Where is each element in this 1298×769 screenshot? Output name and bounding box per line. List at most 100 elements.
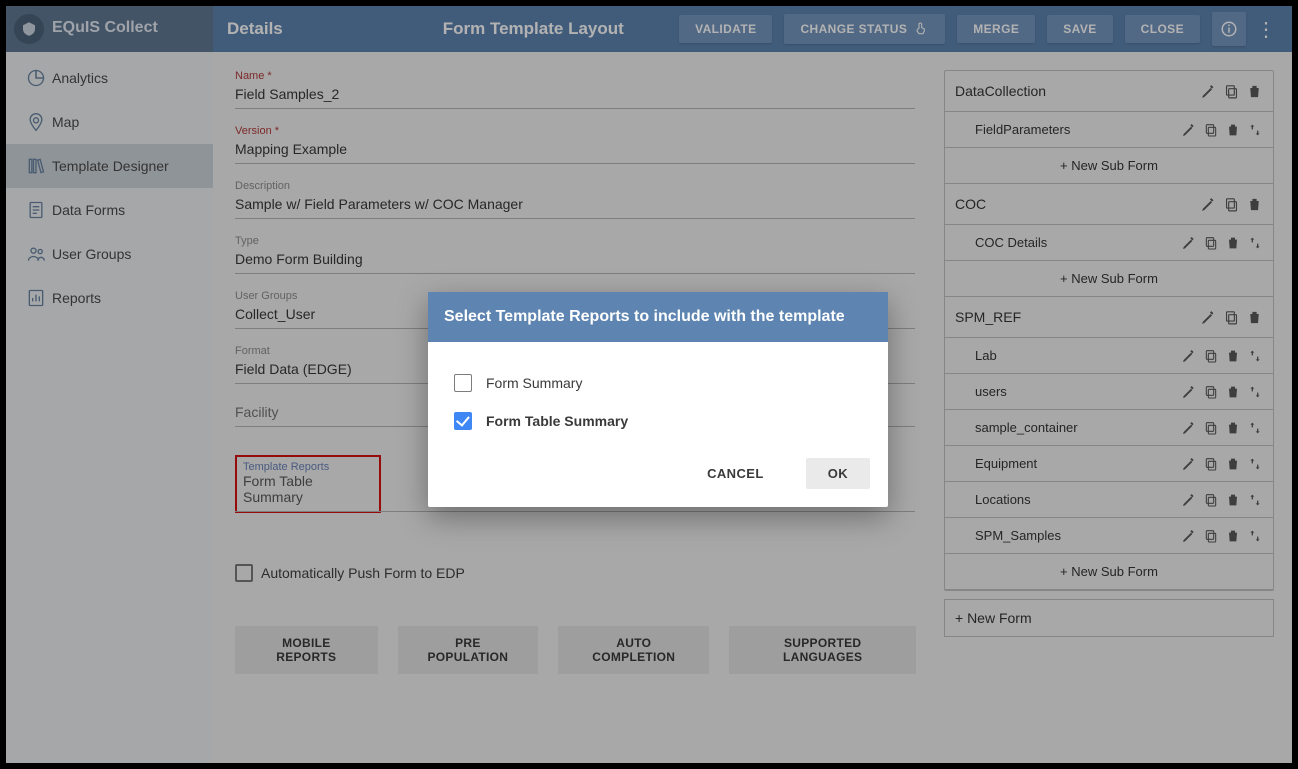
- sidebar-item-analytics[interactable]: Analytics: [6, 56, 213, 100]
- delete-icon[interactable]: [1225, 235, 1241, 251]
- reorder-icon[interactable]: [1247, 528, 1263, 544]
- sub-form-row[interactable]: Equipment: [945, 445, 1273, 481]
- reorder-icon[interactable]: [1247, 384, 1263, 400]
- reports-icon: [20, 288, 52, 308]
- copy-icon[interactable]: [1203, 456, 1219, 472]
- edit-icon[interactable]: [1200, 309, 1217, 326]
- edit-icon[interactable]: [1181, 235, 1197, 251]
- delete-icon[interactable]: [1225, 456, 1241, 472]
- copy-icon[interactable]: [1223, 83, 1240, 100]
- delete-icon[interactable]: [1225, 420, 1241, 436]
- sub-form-row[interactable]: COC Details: [945, 224, 1273, 260]
- copy-icon[interactable]: [1223, 196, 1240, 213]
- copy-icon[interactable]: [1203, 528, 1219, 544]
- copy-icon[interactable]: [1203, 420, 1219, 436]
- modal-option-form-summary[interactable]: Form Summary: [454, 364, 862, 402]
- name-field[interactable]: [235, 82, 915, 109]
- sub-form-row[interactable]: Locations: [945, 481, 1273, 517]
- form-group: SPM_REF Lab users sample_container Equip…: [945, 297, 1273, 590]
- copy-icon[interactable]: [1223, 309, 1240, 326]
- sidebar-item-data-forms[interactable]: Data Forms: [6, 188, 213, 232]
- checkbox-checked-icon[interactable]: [454, 412, 472, 430]
- sidebar-item-label: Data Forms: [52, 202, 125, 218]
- edit-icon[interactable]: [1200, 196, 1217, 213]
- delete-icon[interactable]: [1225, 492, 1241, 508]
- version-field[interactable]: [235, 137, 915, 164]
- delete-icon[interactable]: [1225, 348, 1241, 364]
- modal-option-form-table-summary[interactable]: Form Table Summary: [454, 402, 862, 440]
- copy-icon[interactable]: [1203, 348, 1219, 364]
- edit-icon[interactable]: [1200, 83, 1217, 100]
- edit-icon[interactable]: [1181, 420, 1197, 436]
- sub-form-row[interactable]: sample_container: [945, 409, 1273, 445]
- validate-button[interactable]: VALIDATE: [679, 15, 772, 43]
- sub-actions: [1181, 235, 1263, 251]
- edit-icon[interactable]: [1181, 492, 1197, 508]
- new-sub-form-button[interactable]: + New Sub Form: [945, 260, 1273, 296]
- sidebar-item-reports[interactable]: Reports: [6, 276, 213, 320]
- delete-icon[interactable]: [1246, 83, 1263, 100]
- sub-form-row[interactable]: SPM_Samples: [945, 517, 1273, 553]
- sub-form-row[interactable]: users: [945, 373, 1273, 409]
- sidebar-item-map[interactable]: Map: [6, 100, 213, 144]
- change-status-label: CHANGE STATUS: [800, 22, 907, 36]
- field-label-description: Description: [235, 180, 916, 192]
- form-group-header[interactable]: DataCollection: [945, 71, 1273, 111]
- sidebar-item-template-designer[interactable]: Template Designer: [6, 144, 213, 188]
- brand-title: EQuIS Collect: [52, 19, 158, 37]
- form-group-header[interactable]: COC: [945, 184, 1273, 224]
- sub-form-title: Lab: [975, 348, 997, 363]
- edit-icon[interactable]: [1181, 528, 1197, 544]
- kebab-menu[interactable]: ⋮: [1254, 17, 1278, 42]
- close-button[interactable]: CLOSE: [1125, 15, 1200, 43]
- merge-button[interactable]: MERGE: [957, 15, 1035, 43]
- close-label: CLOSE: [1141, 22, 1184, 36]
- reorder-icon[interactable]: [1247, 122, 1263, 138]
- supported-languages-button[interactable]: SUPPORTED LANGUAGES: [729, 626, 916, 674]
- delete-icon[interactable]: [1225, 528, 1241, 544]
- copy-icon[interactable]: [1203, 122, 1219, 138]
- mobile-reports-button[interactable]: MOBILE REPORTS: [235, 626, 378, 674]
- form-group-title: COC: [955, 196, 986, 212]
- template-reports-value[interactable]: Form Table Summary: [243, 473, 373, 505]
- new-sub-form-button[interactable]: + New Sub Form: [945, 553, 1273, 589]
- modal-cancel-button[interactable]: CANCEL: [685, 458, 786, 489]
- save-button[interactable]: SAVE: [1047, 15, 1112, 43]
- edit-icon[interactable]: [1181, 384, 1197, 400]
- checkbox-icon[interactable]: [454, 374, 472, 392]
- map-icon: [20, 112, 52, 132]
- delete-icon[interactable]: [1246, 196, 1263, 213]
- sub-form-row[interactable]: Lab: [945, 337, 1273, 373]
- auto-push-row[interactable]: Automatically Push Form to EDP: [235, 564, 916, 582]
- type-field[interactable]: [235, 247, 915, 274]
- page-subtitle: Form Template Layout: [443, 19, 624, 39]
- copy-icon[interactable]: [1203, 492, 1219, 508]
- info-button[interactable]: [1212, 12, 1246, 46]
- change-status-button[interactable]: CHANGE STATUS: [784, 14, 945, 44]
- edit-icon[interactable]: [1181, 122, 1197, 138]
- reorder-icon[interactable]: [1247, 420, 1263, 436]
- form-group-header[interactable]: SPM_REF: [945, 297, 1273, 337]
- new-sub-form-button[interactable]: + New Sub Form: [945, 147, 1273, 183]
- reorder-icon[interactable]: [1247, 456, 1263, 472]
- reorder-icon[interactable]: [1247, 348, 1263, 364]
- sub-form-row[interactable]: FieldParameters: [945, 111, 1273, 147]
- sidebar-item-user-groups[interactable]: User Groups: [6, 232, 213, 276]
- copy-icon[interactable]: [1203, 235, 1219, 251]
- group-actions: [1200, 309, 1263, 326]
- reorder-icon[interactable]: [1247, 492, 1263, 508]
- copy-icon[interactable]: [1203, 384, 1219, 400]
- edit-icon[interactable]: [1181, 456, 1197, 472]
- reorder-icon[interactable]: [1247, 235, 1263, 251]
- pre-population-button[interactable]: PRE POPULATION: [398, 626, 539, 674]
- delete-icon[interactable]: [1225, 384, 1241, 400]
- auto-completion-button[interactable]: AUTO COMPLETION: [558, 626, 709, 674]
- edit-icon[interactable]: [1181, 348, 1197, 364]
- modal-ok-button[interactable]: OK: [806, 458, 870, 489]
- delete-icon[interactable]: [1225, 122, 1241, 138]
- new-form-button[interactable]: + New Form: [944, 599, 1274, 637]
- sub-actions: [1181, 348, 1263, 364]
- description-field[interactable]: [235, 192, 915, 219]
- delete-icon[interactable]: [1246, 309, 1263, 326]
- checkbox-icon[interactable]: [235, 564, 253, 582]
